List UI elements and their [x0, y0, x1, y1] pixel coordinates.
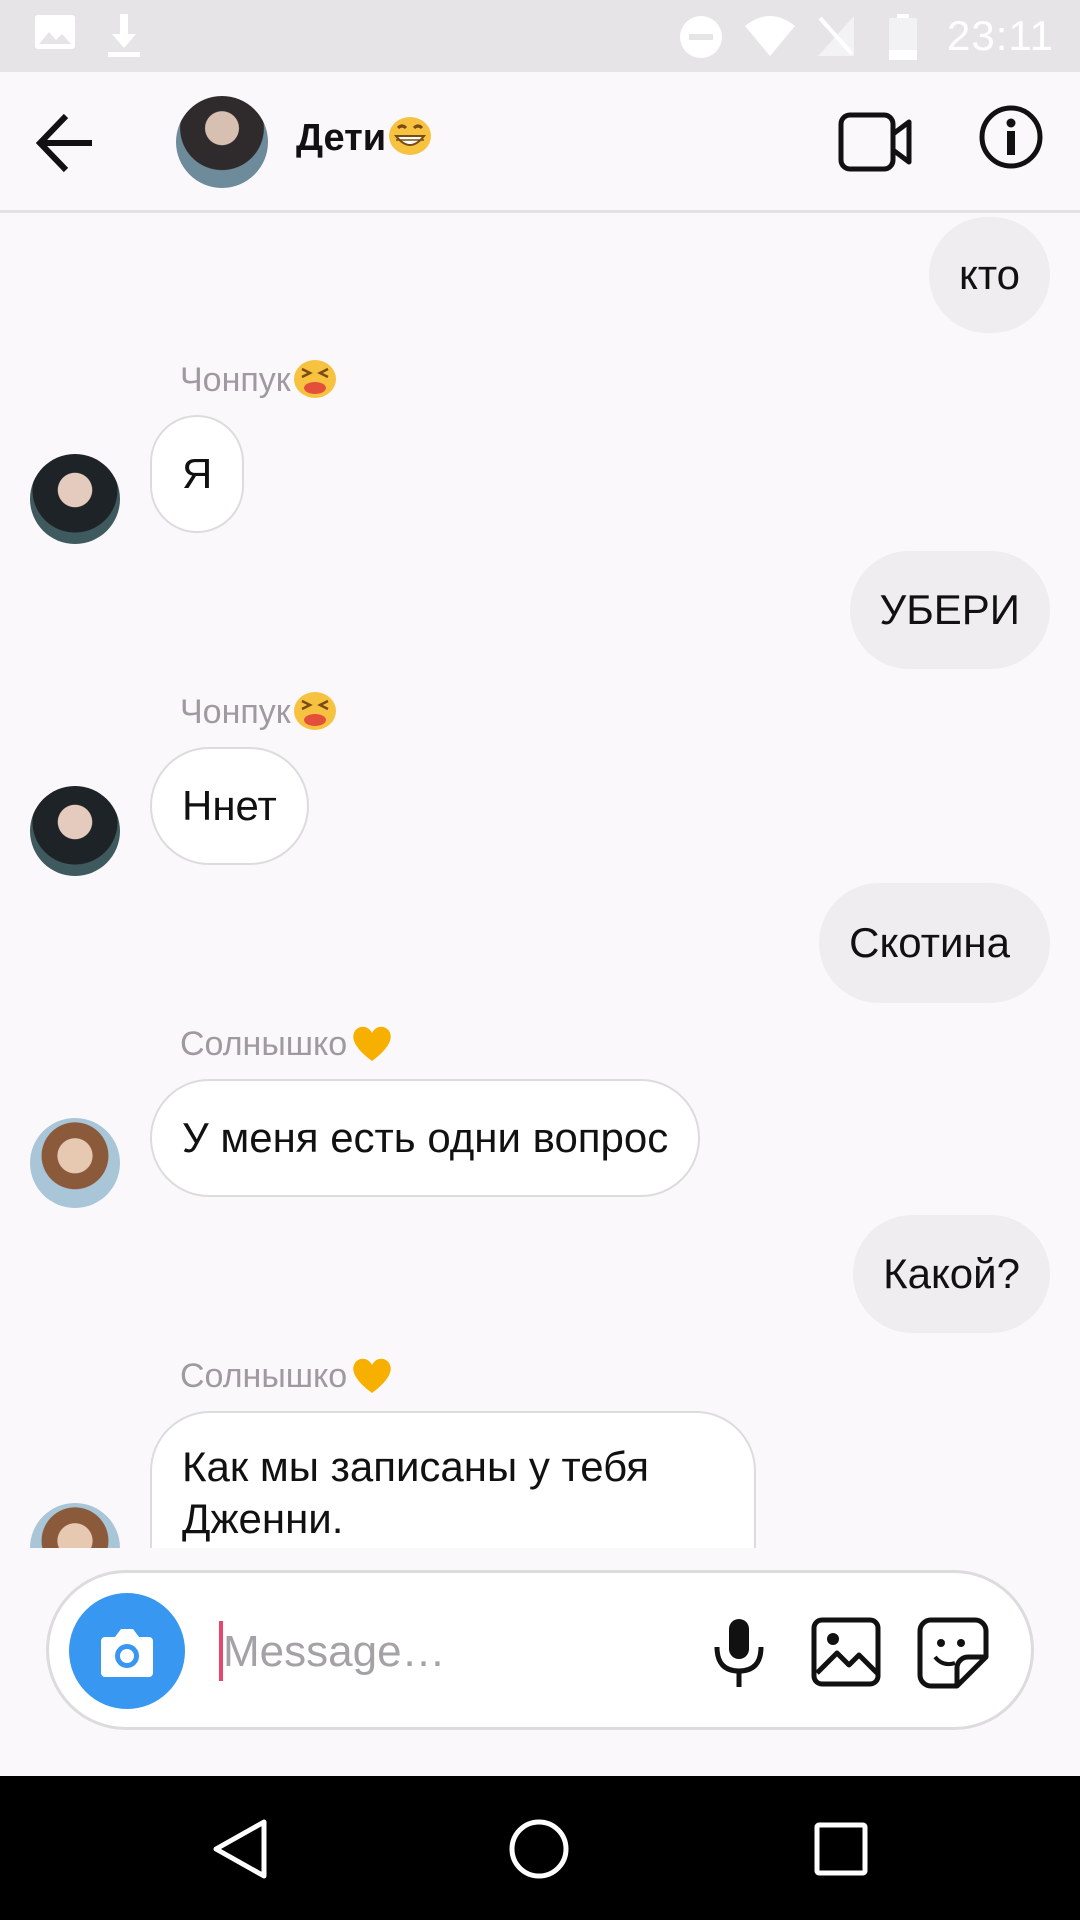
sender-name: Солнышко	[180, 1355, 395, 1404]
battery-icon	[888, 14, 918, 65]
nav-recents-icon[interactable]	[814, 1822, 868, 1881]
download-icon	[106, 14, 142, 63]
sender-avatar[interactable]	[30, 786, 120, 876]
yellow-heart-icon	[349, 1355, 395, 1404]
incoming-message[interactable]: Я	[150, 415, 245, 533]
incoming-message[interactable]: Ннет	[150, 747, 309, 865]
sender-avatar[interactable]	[30, 1503, 120, 1548]
incoming-message[interactable]: У меня есть одни вопрос	[150, 1079, 701, 1197]
back-arrow-icon[interactable]	[30, 110, 100, 176]
no-signal-icon	[816, 14, 856, 63]
status-bar: 23:11	[0, 0, 1080, 72]
sender-avatar[interactable]	[30, 1118, 120, 1208]
outgoing-message[interactable]: Какой?	[853, 1215, 1050, 1333]
persevering-face-icon	[293, 359, 337, 408]
sender-name: Солнышко	[180, 1023, 395, 1072]
group-title[interactable]: Дети	[296, 116, 432, 166]
wifi-icon	[744, 14, 796, 63]
video-call-icon[interactable]	[838, 112, 912, 172]
image-notification-icon	[34, 14, 76, 55]
gallery-icon[interactable]	[811, 1617, 881, 1687]
nav-home-icon[interactable]	[508, 1818, 570, 1885]
sender-name: Чонпук	[180, 691, 337, 740]
sticker-icon[interactable]	[917, 1617, 989, 1689]
do-not-disturb-icon	[678, 14, 724, 65]
group-avatar[interactable]	[176, 96, 268, 188]
message-list[interactable]: кто Чонпук Я УБЕРИ Чонпук Ннет Скотина С…	[0, 213, 1080, 1548]
yellow-heart-icon	[349, 1023, 395, 1072]
incoming-message[interactable]: Как мы записаны у тебя Дженни.	[150, 1411, 756, 1548]
camera-button[interactable]	[69, 1593, 185, 1709]
nav-back-icon[interactable]	[210, 1818, 270, 1885]
outgoing-message[interactable]: Скотина	[819, 883, 1050, 1003]
camera-icon	[101, 1629, 153, 1677]
grinning-face-icon	[388, 116, 432, 166]
outgoing-message[interactable]: УБЕРИ	[849, 551, 1050, 669]
status-time: 23:11	[947, 12, 1054, 59]
system-nav-bar	[0, 1776, 1080, 1920]
sender-avatar[interactable]	[30, 454, 120, 544]
message-composer	[46, 1570, 1034, 1730]
microphone-icon[interactable]	[707, 1617, 771, 1689]
chat-header: Дети	[0, 72, 1080, 213]
sender-name: Чонпук	[180, 359, 337, 408]
persevering-face-icon	[293, 691, 337, 740]
message-input[interactable]	[221, 1613, 645, 1691]
outgoing-message[interactable]: кто	[929, 217, 1050, 333]
info-icon[interactable]	[978, 104, 1044, 170]
